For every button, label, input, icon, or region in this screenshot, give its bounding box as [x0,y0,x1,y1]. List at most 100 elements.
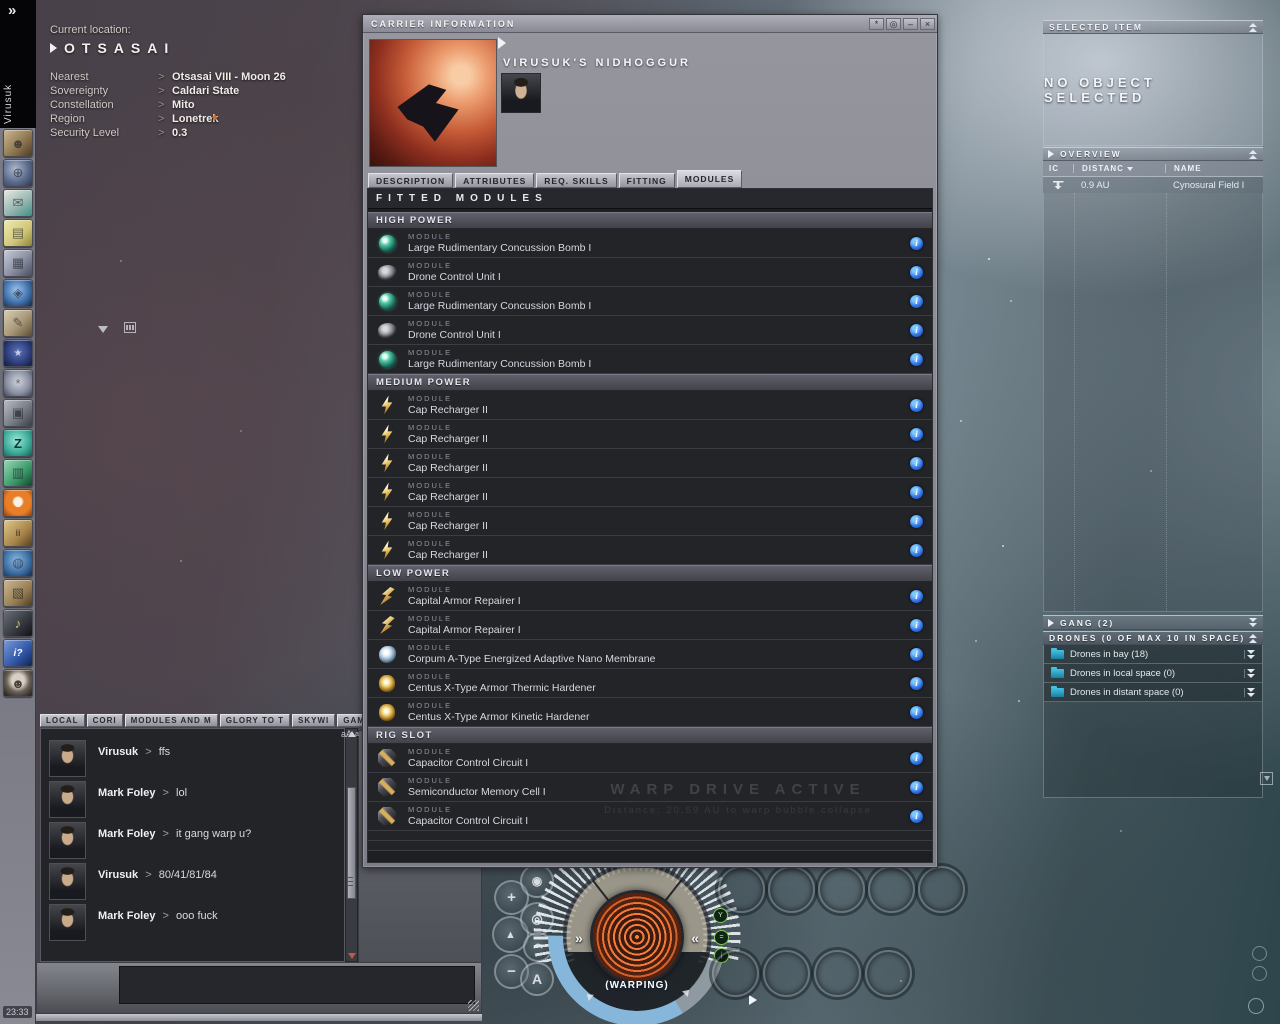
scroll-down-icon[interactable] [348,953,356,959]
people-and-places-icon[interactable]: ⊕ [3,159,33,187]
info-tab[interactable]: REQ. SKILLS [536,173,617,188]
info-icon[interactable]: i [910,265,923,279]
wallet-icon[interactable]: Z [3,429,33,457]
overview-row-cynosural-field[interactable]: 0.9 AU Cynosural Field I [1043,177,1263,193]
module-row[interactable]: MODULE Drone Control Unit I i [368,258,932,287]
armor-repairer-button[interactable] [763,950,810,997]
module-row[interactable]: MODULE Semiconductor Memory Cell I i [368,773,932,802]
module-row[interactable]: MODULE Cap Recharger II i [368,507,932,536]
gang-header[interactable]: GANG (2) [1043,615,1263,630]
info-tab[interactable]: DESCRIPTION [368,173,454,188]
collapse-icon[interactable] [1249,633,1257,643]
armor-hardener-button[interactable] [814,950,861,997]
pin-icon[interactable]: * [869,17,884,30]
chat-author[interactable]: Virusuk [98,869,138,881]
module-row[interactable]: MODULE Cap Recharger II i [368,420,932,449]
pilot-portrait[interactable] [501,73,541,113]
autopilot-toggle[interactable]: Y [713,908,728,923]
portrait-icon[interactable]: ☻ [3,669,33,697]
info-icon[interactable]: i [910,323,923,337]
expand-icon[interactable] [1244,687,1262,697]
font-small-button[interactable]: a [355,731,359,738]
character-sheet-icon[interactable]: ☻ [3,129,33,157]
drone-group-row[interactable]: Drones in local space (0) [1044,664,1262,683]
chat-author[interactable]: Mark Foley [98,910,155,922]
module-row[interactable]: MODULE Large Rudimentary Concussion Bomb… [368,229,932,258]
chat-message-list[interactable]: Virusuk > ffs Mark Foley > lol Mark Fole… [40,728,345,962]
compact-icon[interactable]: ◎ [886,17,901,30]
module-row[interactable]: MODULE Centus X-Type Armor Thermic Harde… [368,669,932,698]
info-icon[interactable]: i [910,647,923,661]
system-name[interactable]: OTSASAI [64,40,175,56]
chat-input-field[interactable] [119,966,475,1004]
prev-chevron[interactable]: » [575,930,583,946]
chat-tab[interactable]: SKYWI [292,714,336,727]
column-name[interactable]: NAME [1165,164,1263,173]
module-row[interactable]: MODULE Capital Armor Repairer I i [368,611,932,640]
window-titlebar[interactable]: CARRIER INFORMATION * ◎ – × [363,15,937,33]
module-row[interactable]: MODULE Large Rudimentary Concussion Bomb… [368,345,932,374]
browser-icon[interactable]: ◍ [3,549,33,577]
scoop-to-cargo-icon[interactable] [1260,772,1273,785]
drone-group-row[interactable]: Drones in bay (18) [1044,645,1262,664]
chat-tab[interactable]: CORI [86,714,123,727]
module-row[interactable]: MODULE Corpum A-Type Energized Adaptive … [368,640,932,669]
help-icon[interactable]: ○ [3,489,33,517]
tutorial-icon[interactable]: ▧ [3,579,33,607]
info-icon[interactable]: i [910,456,923,470]
concussion-bomb-button[interactable] [818,866,865,913]
collapse-icon[interactable] [1249,22,1257,32]
speed-status-label[interactable]: (WARPING) [605,980,668,991]
info-icon[interactable]: i [910,618,923,632]
overview-header[interactable]: OVERVIEW [1043,147,1263,161]
column-distance[interactable]: DISTANC [1073,164,1165,173]
module-row[interactable]: MODULE Cap Recharger II i [368,449,932,478]
selected-item-header[interactable]: SELECTED ITEM [1043,20,1263,34]
module-row[interactable]: MODULE Capital Armor Repairer I i [368,582,932,611]
expand-icon[interactable]: » [8,2,16,19]
info-icon[interactable]: i [910,398,923,412]
module-row[interactable]: MODULE Cap Recharger II i [368,391,932,420]
space-bracket-triangle[interactable] [98,326,108,333]
chat-portrait[interactable] [49,863,86,900]
channels-icon[interactable]: ii [3,519,33,547]
chat-author[interactable]: Mark Foley [98,787,155,799]
info-tab[interactable]: FITTING [618,173,675,188]
expand-icon[interactable] [1249,618,1257,627]
chat-font-size-controls[interactable]: aA a [341,729,359,739]
chat-scrollbar[interactable] [345,728,358,962]
drones-header[interactable]: DRONES (0 OF MAX 10 IN SPACE) [1043,631,1263,645]
info-icon[interactable]: i [910,543,923,557]
expand-icon[interactable] [1244,649,1262,659]
info-icon[interactable]: i [910,751,923,765]
concussion-bomb-button[interactable] [918,866,965,913]
chat-author[interactable]: Mark Foley [98,828,155,840]
journal-icon[interactable]: ✎ [3,309,33,337]
scroll-thumb[interactable] [347,787,356,899]
chat-portrait[interactable] [49,781,86,818]
module-row[interactable]: MODULE Capacitor Control Circuit I i [368,744,932,773]
info-icon[interactable]: i [910,676,923,690]
jukebox-icon[interactable]: ♪ [3,609,33,637]
chat-tab[interactable]: MODULES AND M [124,714,218,727]
module-row[interactable]: MODULE Cap Recharger II i [368,478,932,507]
info-icon[interactable]: i [910,294,923,308]
drone-control-unit-button[interactable] [718,866,765,913]
drone-control-unit-button[interactable] [768,866,815,913]
science-industry-icon[interactable]: ◈ [3,279,33,307]
minimize-icon[interactable]: – [903,17,918,30]
chat-portrait[interactable] [49,822,86,859]
info-icon[interactable]: i [910,780,923,794]
chat-tab[interactable]: GLORY TO T [219,714,291,727]
module-row[interactable]: MODULE Large Rudimentary Concussion Bomb… [368,287,932,316]
module-row[interactable]: MODULE Capacitor Control Circuit I i [368,802,932,831]
module-row[interactable]: MODULE Centus X-Type Armor Kinetic Harde… [368,698,932,727]
drone-group-row[interactable]: Drones in distant space (0) [1044,683,1262,702]
info-tab[interactable]: MODULES [676,170,743,188]
weapon-group-toggle[interactable]: = [714,930,729,945]
expand-icon[interactable] [1244,668,1262,678]
armor-repairer-button[interactable] [712,950,759,997]
chat-author[interactable]: Virusuk [98,746,138,758]
info-icon[interactable]: i [910,485,923,499]
evemail-icon[interactable]: ✉ [3,189,33,217]
